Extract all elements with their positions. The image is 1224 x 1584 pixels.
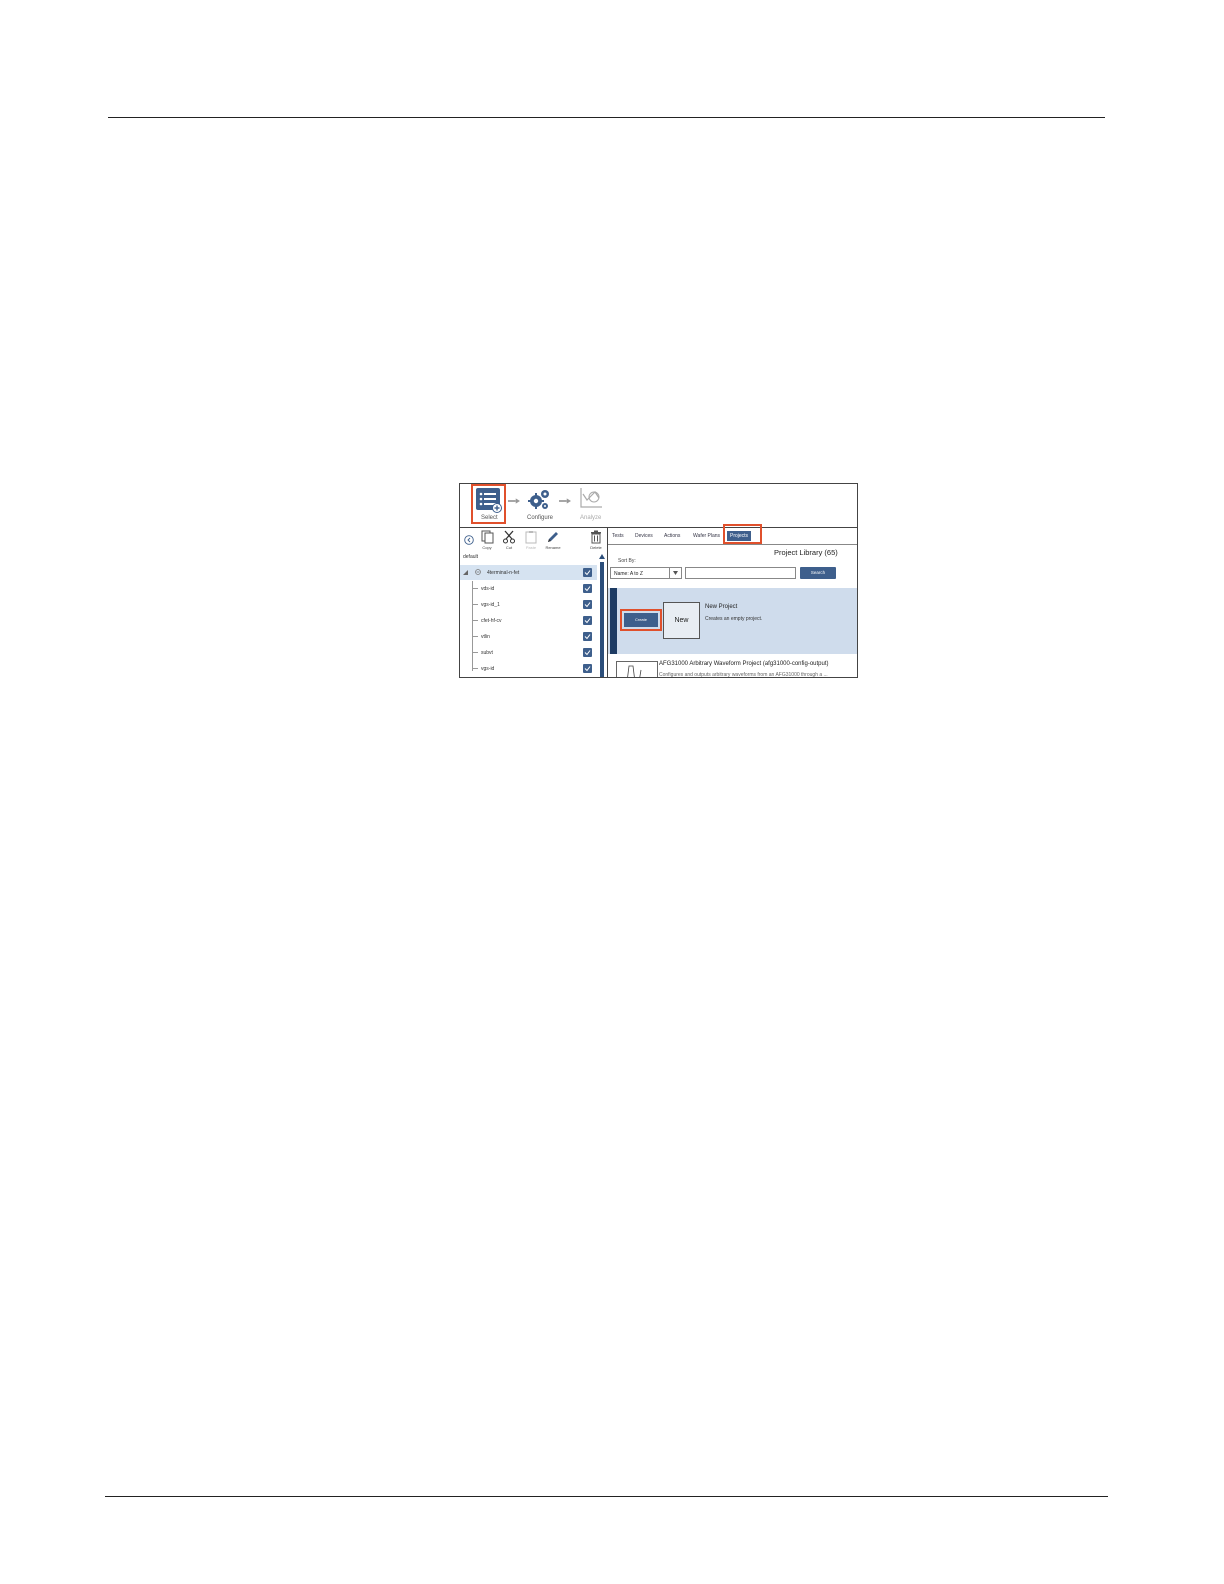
tree-branch [472, 588, 478, 589]
tree-row-label: subvt [481, 650, 493, 656]
back-icon[interactable] [464, 535, 474, 545]
check-icon [584, 634, 591, 640]
new-project-title: New Project [705, 604, 738, 610]
trash-icon [591, 530, 601, 544]
project-tree-pane: Copy Cut Paste Rename Delete default 4te… [460, 528, 608, 677]
tree-branch [472, 668, 478, 669]
search-input[interactable] [685, 567, 796, 579]
configure-step[interactable] [526, 486, 552, 517]
tree-parent-label: 4terminal-n-fet [487, 570, 520, 576]
tree-branch [472, 652, 478, 653]
chevron-down-icon [673, 571, 678, 575]
library-pane: Tests Devices Actions Wafer Plans Projec… [608, 524, 857, 678]
search-button[interactable]: Search [800, 567, 836, 579]
tree-row[interactable]: vgs-id_1 [460, 597, 597, 612]
checkbox[interactable] [583, 568, 592, 577]
project-title: AFG31000 Arbitrary Waveform Project (afg… [659, 661, 829, 667]
tree-branch [472, 636, 478, 637]
arrow-right-icon [508, 498, 520, 504]
sort-select[interactable]: Name: A to Z [610, 567, 682, 579]
tab-actions[interactable]: Actions [664, 533, 680, 539]
analyze-step-label: Analyze [580, 515, 602, 521]
configure-step-label: Configure [527, 515, 554, 521]
tree-row[interactable]: vtlin [460, 629, 597, 644]
checkbox[interactable] [583, 632, 592, 641]
dropdown-toggle[interactable] [669, 568, 681, 578]
tree-group-label: default [463, 554, 479, 560]
checkbox[interactable] [583, 664, 592, 673]
check-icon [584, 602, 591, 608]
expand-triangle-icon [463, 570, 468, 575]
tab-tests[interactable]: Tests [612, 533, 624, 539]
tree-parent-row[interactable]: 4terminal-n-fet [460, 565, 597, 580]
projects-tab-highlight [723, 524, 762, 544]
tree-row[interactable]: vgs-id [460, 661, 597, 676]
selection-bar [610, 588, 617, 654]
checkbox[interactable] [583, 616, 592, 625]
copy-icon [481, 530, 494, 544]
waveform-icon [627, 665, 642, 677]
paste-label: Paste [525, 545, 537, 550]
check-icon [584, 666, 591, 672]
analyze-step[interactable] [578, 486, 604, 515]
rename-label: Rename [545, 545, 561, 550]
tree-row-label: vtlin [481, 634, 490, 640]
project-thumbnail [616, 661, 658, 677]
tree-row-label: vds-id [481, 586, 495, 592]
sort-by-label: Sort By: [618, 558, 636, 564]
cut-label: Cut [505, 545, 513, 550]
scrollbar-thumb[interactable] [600, 562, 604, 677]
scroll-up-icon [599, 554, 605, 559]
check-icon [584, 650, 591, 656]
new-project-card[interactable]: Create New New Project Creates an empty … [608, 588, 857, 654]
footer-rule [105, 1496, 1108, 1497]
copy-label: Copy [482, 545, 492, 550]
tree-scrollbar[interactable] [599, 552, 605, 677]
arrow-right-icon [559, 498, 571, 504]
pencil-icon [548, 532, 558, 542]
checkbox[interactable] [583, 584, 592, 593]
tree-row[interactable]: cfet-hf-cv [460, 613, 597, 628]
analyze-chart-icon [580, 488, 602, 508]
scissors-icon [503, 530, 515, 544]
project-icon [475, 569, 481, 575]
clarius-screenshot: Select Configure Analyze Copy Cut Paste … [459, 483, 858, 678]
select-highlight [471, 484, 506, 524]
tree-row[interactable]: subvt [460, 645, 597, 660]
tree-row[interactable]: vds-id [460, 581, 597, 596]
tree-branch [472, 604, 478, 605]
project-card[interactable]: AFG31000 Arbitrary Waveform Project (afg… [608, 656, 857, 678]
tree-row-label: vgs-id_1 [481, 602, 500, 608]
checkbox[interactable] [583, 648, 592, 657]
delete-label: Delete [590, 545, 602, 550]
check-icon [584, 618, 591, 624]
checkbox[interactable] [583, 600, 592, 609]
library-title: Project Library (65) [774, 548, 838, 557]
check-icon [584, 586, 591, 592]
sort-select-value: Name: A to Z [614, 571, 643, 577]
gears-icon [528, 490, 549, 509]
new-project-thumbnail: New [663, 602, 700, 639]
workflow-bar: Select Configure Analyze [460, 484, 857, 528]
tree-row-label: cfet-hf-cv [481, 618, 502, 624]
tree-branch [472, 620, 478, 621]
header-rule [108, 117, 1105, 118]
tab-wafer-plans[interactable]: Wafer Plans [693, 533, 720, 539]
project-desc: Configures and outputs arbitrary wavefor… [659, 672, 828, 678]
tab-devices[interactable]: Devices [635, 533, 653, 539]
check-icon [584, 570, 591, 576]
paste-icon [525, 531, 537, 544]
tree-row-label: vgs-id [481, 666, 495, 672]
create-highlight [620, 609, 662, 631]
new-project-desc: Creates an empty project. [705, 616, 763, 622]
